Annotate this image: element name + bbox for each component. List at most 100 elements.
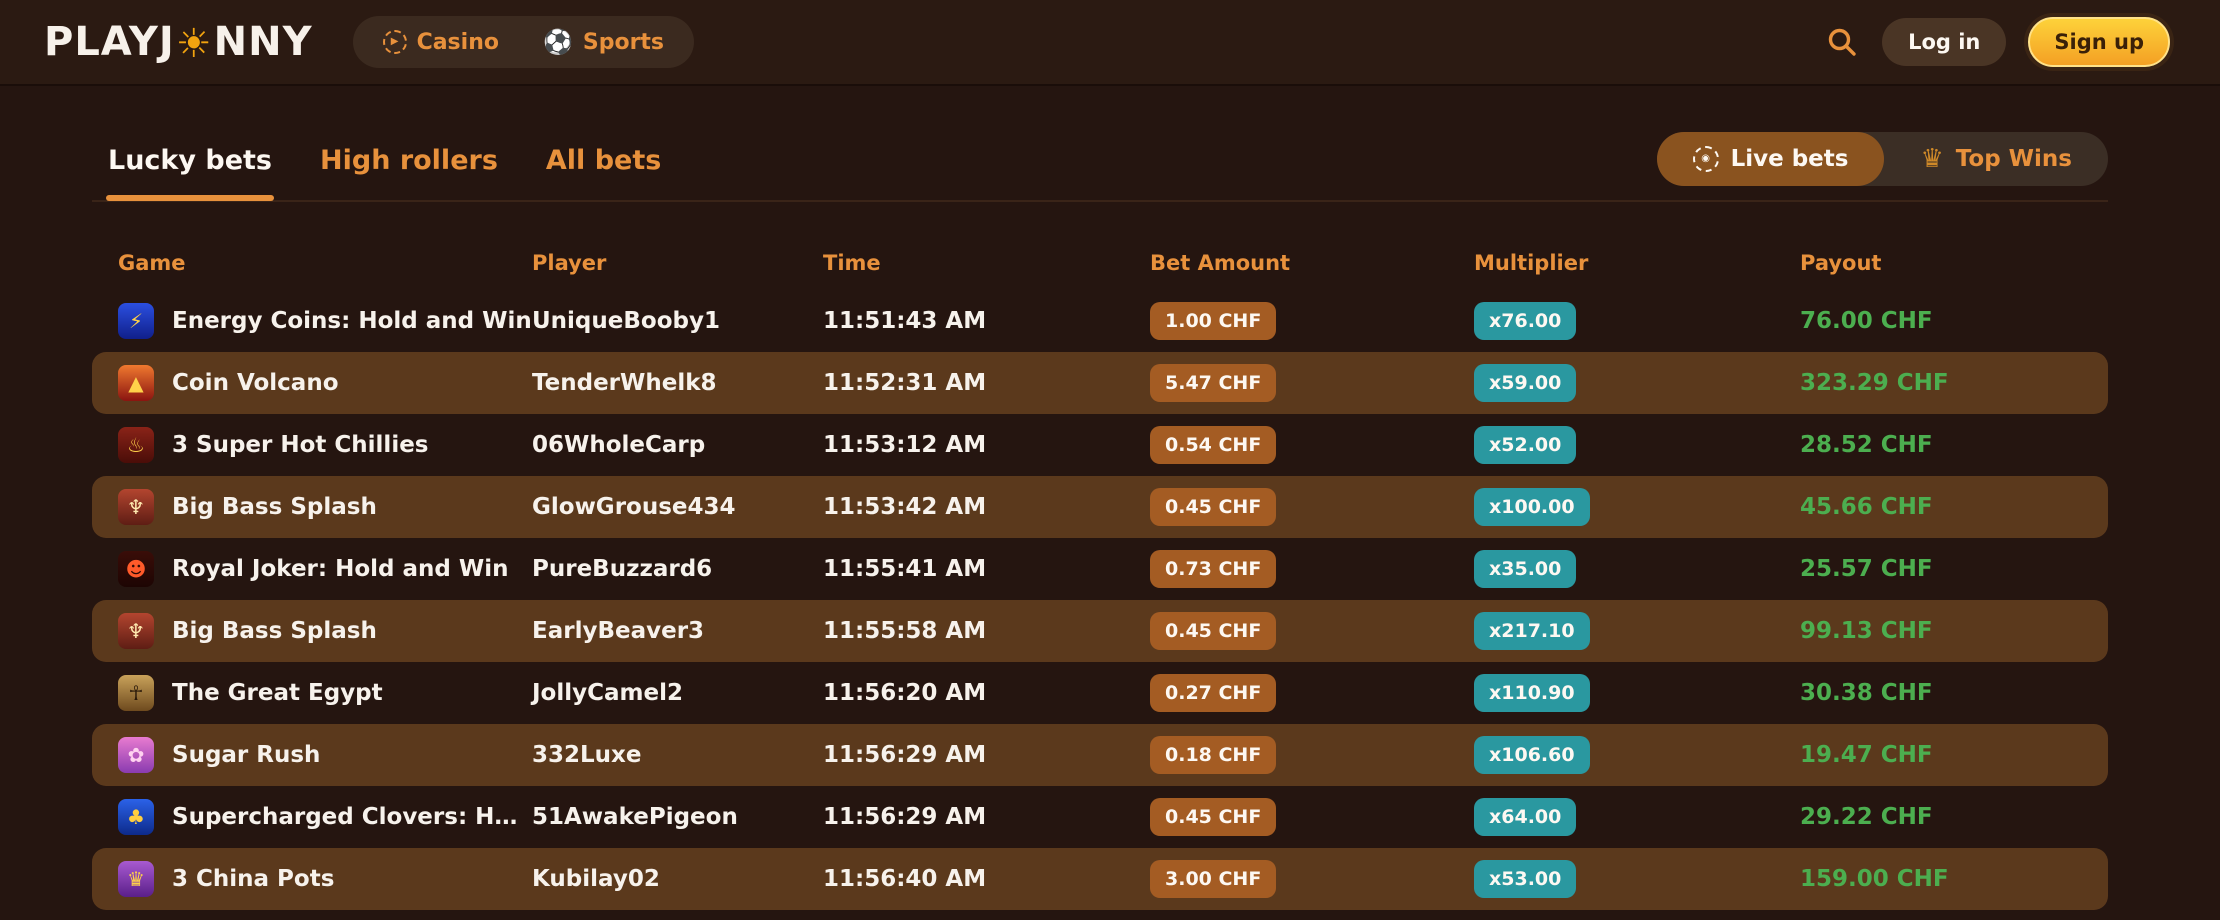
bet-amount-badge: 0.45 CHF bbox=[1150, 488, 1276, 526]
game-name: Sugar Rush bbox=[172, 742, 320, 768]
player-name: JollyCamel2 bbox=[532, 680, 823, 706]
payout-amount: 28.52 CHF bbox=[1800, 432, 2082, 458]
table-row[interactable]: ♣ Supercharged Clovers: Hold ...51AwakePi… bbox=[92, 786, 2108, 848]
table-row[interactable]: ✿Sugar Rush332Luxe11:56:29 AM0.18 CHF x10… bbox=[92, 724, 2108, 786]
multiplier-cell: x35.00 bbox=[1474, 550, 1800, 588]
tab-all-bets[interactable]: All bets bbox=[544, 135, 663, 198]
table-row[interactable]: ☻Royal Joker: Hold and WinPureBuzzard611… bbox=[92, 538, 2108, 600]
player-name: 51AwakePigeon bbox=[532, 804, 823, 830]
game-icon: ⚡ bbox=[118, 303, 154, 339]
bet-amount-badge: 0.18 CHF bbox=[1150, 736, 1276, 774]
top-wins-label: Top Wins bbox=[1956, 146, 2072, 172]
table-row[interactable]: ♆ Big Bass Splash EarlyBeaver311:55:58 AM0… bbox=[92, 600, 2108, 662]
signup-button[interactable]: Sign up bbox=[2028, 17, 2170, 67]
multiplier-cell: x64.00 bbox=[1474, 798, 1800, 836]
game-cell: ▲Coin Volcano bbox=[118, 365, 532, 401]
multiplier-badge: x100.00 bbox=[1474, 488, 1590, 526]
multiplier-badge: x53.00 bbox=[1474, 860, 1576, 898]
player-name: EarlyBeaver3 bbox=[532, 618, 823, 644]
bet-time: 11:56:29 AM bbox=[823, 742, 1150, 768]
soccer-ball-icon: ⚽ bbox=[543, 30, 573, 54]
payout-amount: 29.22 CHF bbox=[1800, 804, 2082, 830]
nav-item-sports[interactable]: ⚽ Sports bbox=[523, 16, 684, 68]
table-row[interactable]: ▲Coin VolcanoTenderWhelk811:52:31 AM5.47… bbox=[92, 352, 2108, 414]
bet-time: 11:56:29 AM bbox=[823, 804, 1150, 830]
player-name: PureBuzzard6 bbox=[532, 556, 823, 582]
toggle-live-bets[interactable]: ◉ Live bets bbox=[1657, 132, 1885, 186]
column-header-game: Game bbox=[118, 251, 532, 275]
tab-high-rollers[interactable]: High rollers bbox=[318, 135, 500, 198]
game-icon: ♛ bbox=[118, 861, 154, 897]
bet-time: 11:56:40 AM bbox=[823, 866, 1150, 892]
bet-amount-badge: 0.54 CHF bbox=[1150, 426, 1276, 464]
casino-chip-icon: ▶ bbox=[383, 30, 407, 54]
bet-amount-cell: 0.27 CHF bbox=[1150, 674, 1474, 712]
table-row[interactable]: ♛3 China PotsKubilay0211:56:40 AM3.00 CH… bbox=[92, 848, 2108, 910]
bet-amount-badge: 3.00 CHF bbox=[1150, 860, 1276, 898]
table-body: ⚡Energy Coins: Hold and WinUniqueBooby11… bbox=[92, 290, 2108, 910]
multiplier-cell: x217.10 bbox=[1474, 612, 1800, 650]
bet-time: 11:52:31 AM bbox=[823, 370, 1150, 396]
toggle-top-wins[interactable]: ♛ Top Wins bbox=[1884, 132, 2108, 186]
multiplier-badge: x76.00 bbox=[1474, 302, 1576, 340]
game-cell: ♛3 China Pots bbox=[118, 861, 532, 897]
player-name: GlowGrouse434 bbox=[532, 494, 823, 520]
game-icon: ☥ bbox=[118, 675, 154, 711]
multiplier-badge: x59.00 bbox=[1474, 364, 1576, 402]
crown-icon: ♛ bbox=[1920, 146, 1943, 172]
live-bets-label: Live bets bbox=[1731, 146, 1849, 172]
game-cell: ✿Sugar Rush bbox=[118, 737, 532, 773]
multiplier-cell: x110.90 bbox=[1474, 674, 1800, 712]
logo-text-left: PLAYJ bbox=[44, 19, 175, 65]
player-name: 332Luxe bbox=[532, 742, 823, 768]
bet-amount-badge: 0.45 CHF bbox=[1150, 612, 1276, 650]
multiplier-cell: x59.00 bbox=[1474, 364, 1800, 402]
game-name: 3 Super Hot Chillies bbox=[172, 432, 429, 458]
bet-time: 11:56:20 AM bbox=[823, 680, 1150, 706]
bet-amount-badge: 0.27 CHF bbox=[1150, 674, 1276, 712]
multiplier-badge: x106.60 bbox=[1474, 736, 1590, 774]
multiplier-badge: x52.00 bbox=[1474, 426, 1576, 464]
sun-icon: ☀ bbox=[176, 24, 213, 64]
brand-logo[interactable]: PLAYJ☀NNY bbox=[44, 19, 313, 65]
game-name: Supercharged Clovers: Hold ... bbox=[172, 804, 532, 830]
multiplier-cell: x100.00 bbox=[1474, 488, 1800, 526]
bet-amount-cell: 0.18 CHF bbox=[1150, 736, 1474, 774]
game-cell: ♆ Big Bass Splash bbox=[118, 613, 532, 649]
bet-time: 11:55:58 AM bbox=[823, 618, 1150, 644]
player-name: UniqueBooby1 bbox=[532, 308, 823, 334]
game-icon: ♣ bbox=[118, 799, 154, 835]
bet-amount-cell: 0.73 CHF bbox=[1150, 550, 1474, 588]
player-name: Kubilay02 bbox=[532, 866, 823, 892]
bet-amount-badge: 0.73 CHF bbox=[1150, 550, 1276, 588]
table-row[interactable]: ♆Big Bass SplashGlowGrouse43411:53:42 AM… bbox=[92, 476, 2108, 538]
login-button[interactable]: Log in bbox=[1882, 18, 2006, 66]
bets-view-toggle: ◉ Live bets ♛ Top Wins bbox=[1657, 132, 2108, 186]
game-name: The Great Egypt bbox=[172, 680, 383, 706]
multiplier-badge: x35.00 bbox=[1474, 550, 1576, 588]
content-area: Lucky bets High rollers All bets ◉ Live … bbox=[0, 86, 2220, 910]
game-name: Big Bass Splash bbox=[172, 618, 377, 644]
multiplier-cell: x53.00 bbox=[1474, 860, 1800, 898]
bet-time: 11:53:42 AM bbox=[823, 494, 1150, 520]
payout-amount: 159.00 CHF bbox=[1800, 866, 2082, 892]
multiplier-badge: x110.90 bbox=[1474, 674, 1590, 712]
column-header-bet-amount: Bet Amount bbox=[1150, 251, 1474, 275]
multiplier-cell: x52.00 bbox=[1474, 426, 1800, 464]
game-icon: ▲ bbox=[118, 365, 154, 401]
player-name: 06WholeCarp bbox=[532, 432, 823, 458]
table-row[interactable]: ☥ The Great Egypt JollyCamel211:56:20 AM0.… bbox=[92, 662, 2108, 724]
payout-amount: 45.66 CHF bbox=[1800, 494, 2082, 520]
search-icon[interactable] bbox=[1824, 24, 1860, 60]
payout-amount: 19.47 CHF bbox=[1800, 742, 2082, 768]
bet-amount-cell: 5.47 CHF bbox=[1150, 364, 1474, 402]
table-row[interactable]: ♨3 Super Hot Chillies06WholeCarp11:53:12… bbox=[92, 414, 2108, 476]
table-row[interactable]: ⚡Energy Coins: Hold and WinUniqueBooby11… bbox=[92, 290, 2108, 352]
player-name: TenderWhelk8 bbox=[532, 370, 823, 396]
tab-lucky-bets[interactable]: Lucky bets bbox=[106, 135, 274, 198]
bet-time: 11:51:43 AM bbox=[823, 308, 1150, 334]
logo-text-right: NNY bbox=[214, 19, 313, 65]
game-icon: ♆ bbox=[118, 613, 154, 649]
nav-item-casino[interactable]: ▶ Casino bbox=[363, 16, 519, 68]
bet-amount-badge: 5.47 CHF bbox=[1150, 364, 1276, 402]
